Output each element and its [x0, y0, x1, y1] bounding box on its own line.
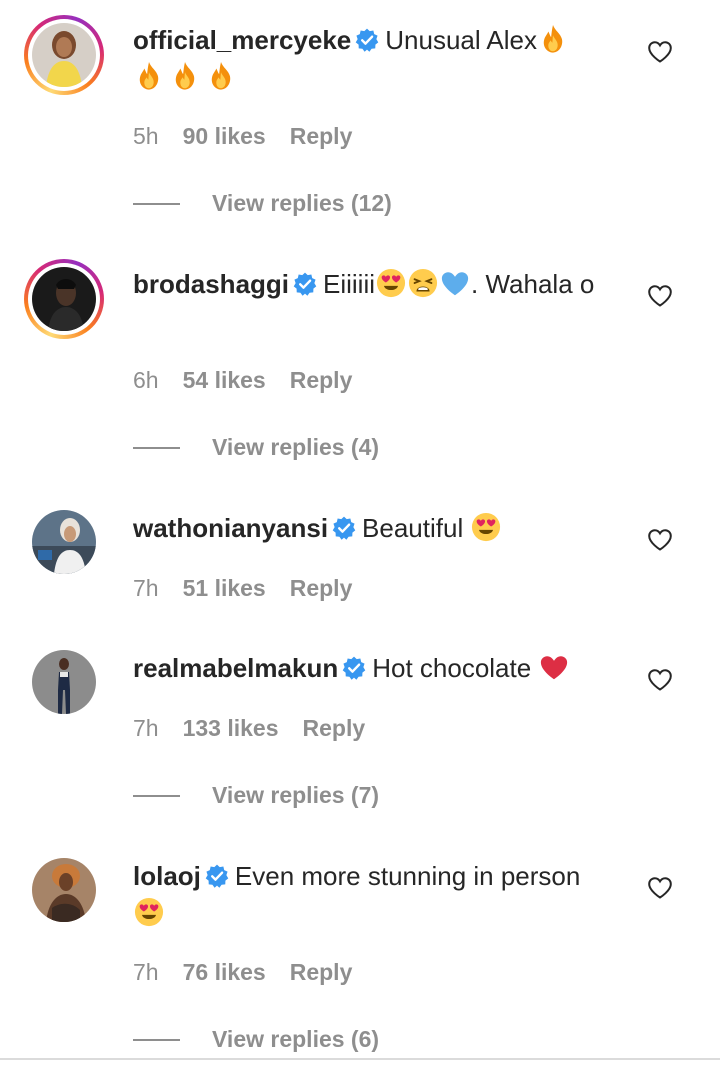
comment-likes[interactable]: 54 likes [183, 367, 266, 394]
fire-emoji-icon [206, 61, 236, 91]
verified-badge-icon [342, 656, 366, 680]
reply-button[interactable]: Reply [303, 715, 366, 742]
comment-likes[interactable]: 133 likes [183, 715, 279, 742]
view-replies-button[interactable]: View replies (12) [133, 190, 392, 217]
comment-time: 7h [133, 575, 159, 601]
bottom-divider [0, 1058, 720, 1060]
replies-divider-line [133, 446, 180, 449]
comment-username[interactable]: official_mercyeke [133, 25, 351, 55]
like-heart-icon[interactable] [648, 41, 672, 63]
view-replies-label: View replies (12) [212, 190, 392, 216]
view-replies-button[interactable]: View replies (4) [133, 434, 379, 461]
comment-text: Beautiful [362, 513, 464, 543]
replies-divider-line [133, 202, 180, 205]
comment-username[interactable]: wathonianyansi [133, 513, 328, 543]
avatar[interactable] [32, 650, 96, 714]
weary-face-emoji-icon [408, 268, 438, 298]
reply-button[interactable]: Reply [290, 367, 353, 394]
reply-button[interactable]: Reply [290, 575, 353, 602]
comment-text: Unusual Alex [385, 25, 538, 55]
comment-text: Even more stunning in person [234, 861, 581, 891]
replies-divider-line [133, 1038, 180, 1041]
heart-eyes-emoji-icon [471, 512, 501, 542]
fire-emoji-icon [538, 24, 568, 54]
comment-time: 5h [133, 123, 159, 149]
fire-emoji-icon [170, 61, 200, 91]
view-replies-label: View replies (6) [212, 1026, 380, 1052]
comment-username[interactable]: brodashaggi [133, 269, 289, 299]
blue-heart-emoji-icon [440, 268, 470, 298]
comment-text: Eiiiiii [323, 269, 376, 299]
comment-username[interactable]: lolaoj [133, 861, 201, 891]
verified-badge-icon [205, 864, 229, 888]
comment-text-continued: . Wahala o [471, 269, 595, 299]
avatar-story-ring[interactable] [24, 259, 104, 339]
comment-time: 7h [133, 715, 159, 741]
view-replies-button[interactable]: View replies (6) [133, 1026, 379, 1053]
comment-time: 6h [133, 367, 159, 393]
avatar [32, 267, 96, 331]
comment-username[interactable]: realmabelmakun [133, 653, 338, 683]
like-heart-icon[interactable] [648, 669, 672, 691]
heart-eyes-emoji-icon [134, 897, 164, 927]
view-replies-label: View replies (4) [212, 434, 380, 460]
fire-emoji-icon [134, 61, 164, 91]
avatar [32, 23, 96, 87]
avatar[interactable] [32, 510, 96, 574]
comment-likes[interactable]: 90 likes [183, 123, 266, 150]
like-heart-icon[interactable] [648, 529, 672, 551]
avatar-story-ring[interactable] [24, 15, 104, 95]
replies-divider-line [133, 794, 180, 797]
reply-button[interactable]: Reply [290, 959, 353, 986]
comment-likes[interactable]: 76 likes [183, 959, 266, 986]
comment-likes[interactable]: 51 likes [183, 575, 266, 602]
view-replies-button[interactable]: View replies (7) [133, 782, 379, 809]
reply-button[interactable]: Reply [290, 123, 353, 150]
comment-text: Hot chocolate [372, 653, 532, 683]
comment-time: 7h [133, 959, 159, 985]
heart-eyes-emoji-icon [376, 268, 406, 298]
avatar[interactable] [32, 858, 96, 922]
verified-badge-icon [355, 28, 379, 52]
view-replies-label: View replies (7) [212, 782, 380, 808]
verified-badge-icon [293, 272, 317, 296]
verified-badge-icon [332, 516, 356, 540]
red-heart-emoji-icon [539, 652, 569, 682]
like-heart-icon[interactable] [648, 877, 672, 899]
like-heart-icon[interactable] [648, 285, 672, 307]
